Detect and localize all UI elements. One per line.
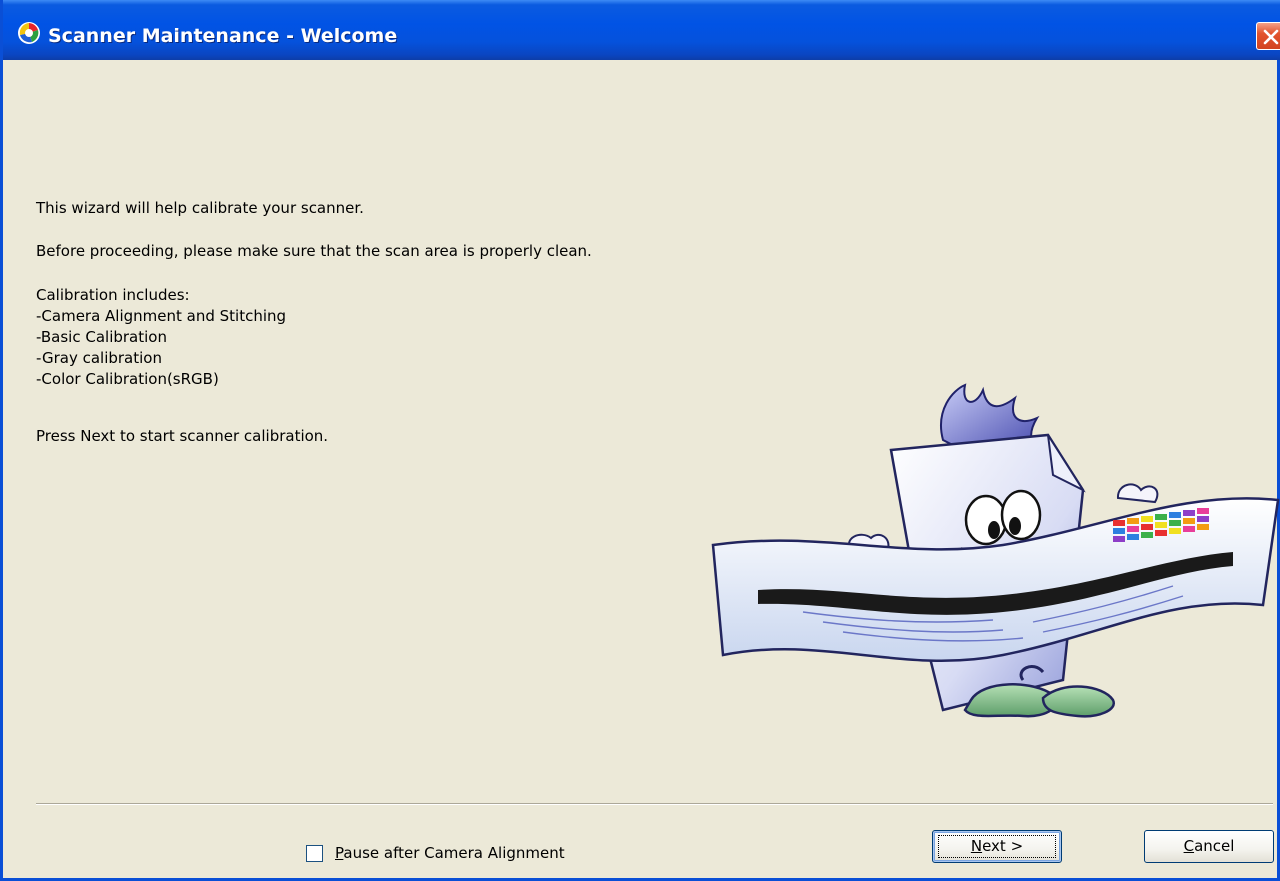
wizard-window: Scanner Maintenance - Welcome This wizar… xyxy=(0,0,1280,881)
focus-rect xyxy=(938,835,1056,858)
pause-after-alignment-checkbox[interactable]: Pause after Camera Alignment xyxy=(306,843,565,863)
title-bar[interactable]: Scanner Maintenance - Welcome xyxy=(3,0,1280,60)
includes-item: -Color Calibration(sRGB) xyxy=(36,370,219,388)
cancel-button[interactable]: Cancel xyxy=(1144,830,1274,863)
intro-text: This wizard will help calibrate your sca… xyxy=(36,199,364,217)
cancel-button-label: ancel xyxy=(1194,837,1235,855)
checkbox-label[interactable]: Pause after Camera Alignment xyxy=(335,844,565,862)
clean-note-text: Before proceeding, please make sure that… xyxy=(36,242,592,260)
includes-item: -Camera Alignment and Stitching xyxy=(36,307,287,325)
includes-heading: Calibration includes: xyxy=(36,286,190,304)
footer-divider xyxy=(36,803,1273,805)
next-button[interactable]: Next > xyxy=(932,830,1062,863)
window-title: Scanner Maintenance - Welcome xyxy=(48,25,398,47)
checkbox-label-rest: ause after Camera Alignment xyxy=(343,844,565,862)
includes-item: -Gray calibration xyxy=(36,349,162,367)
close-icon xyxy=(1263,29,1279,45)
press-next-text: Press Next to start scanner calibration. xyxy=(36,427,329,445)
scanner-app-icon xyxy=(18,22,40,44)
checkbox-box[interactable] xyxy=(306,844,323,862)
cancel-button-mnemonic: C xyxy=(1183,837,1195,855)
scanner-mascot-illustration xyxy=(711,383,1280,718)
calibration-includes: Calibration includes: -Camera Alignment … xyxy=(36,285,286,390)
includes-item: -Basic Calibration xyxy=(36,328,167,346)
close-button[interactable] xyxy=(1256,22,1280,50)
